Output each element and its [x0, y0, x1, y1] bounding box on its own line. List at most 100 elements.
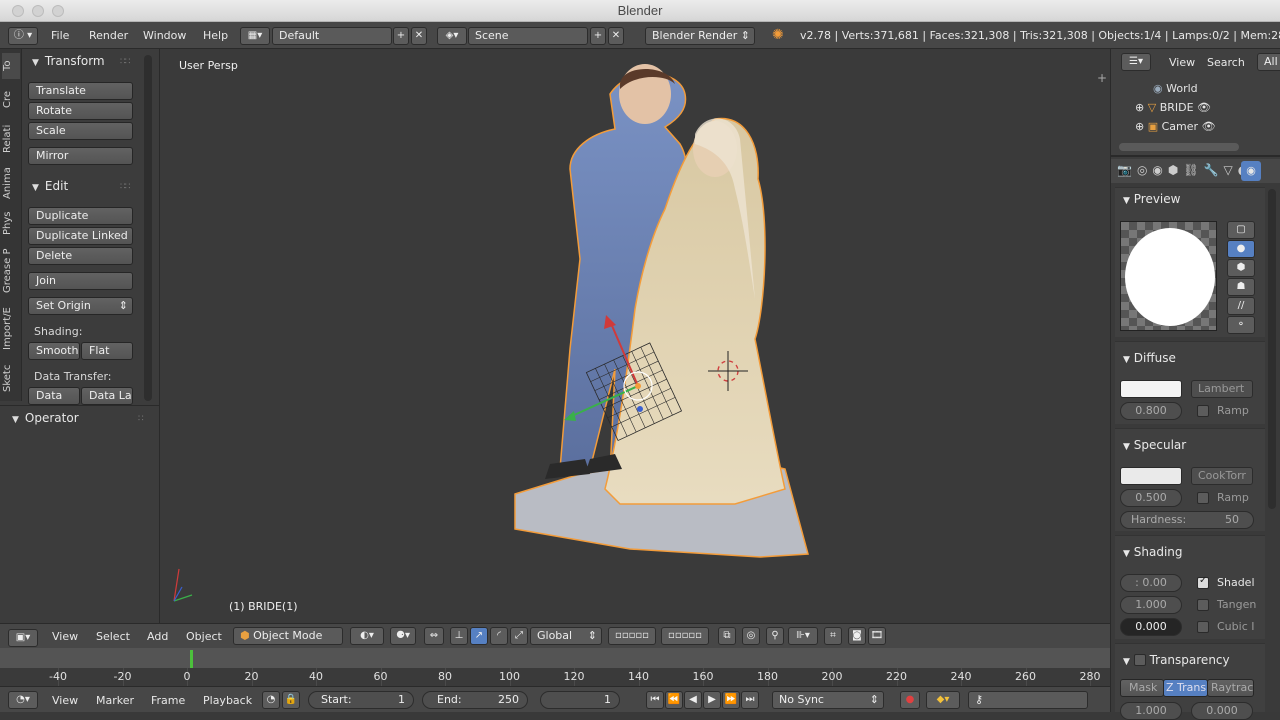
- tool-shelf-scrollbar[interactable]: [144, 55, 152, 401]
- edit-panel-header[interactable]: ▼ Edit: [32, 179, 68, 193]
- info-editor-type-button[interactable]: ⓘ ▾: [8, 27, 38, 45]
- editor-type-button[interactable]: ▣▾: [8, 629, 38, 647]
- start-frame-field[interactable]: Start: 1: [308, 691, 414, 709]
- snap-element-select[interactable]: ⊪▾: [788, 627, 818, 645]
- menu-window[interactable]: Window: [143, 29, 186, 42]
- diffuse-panel-header[interactable]: ▼ Diffuse: [1123, 351, 1176, 365]
- menu-object[interactable]: Object: [186, 630, 222, 643]
- end-frame-field[interactable]: End: 250: [422, 691, 528, 709]
- screen-layout-field[interactable]: Default: [272, 27, 392, 45]
- specular-shader-select[interactable]: CookTorr: [1191, 467, 1253, 485]
- render-animation-icon[interactable]: 🎞: [868, 627, 886, 645]
- smooth-button[interactable]: Smooth: [28, 342, 80, 360]
- drag-handle-icon[interactable]: ∷∷: [120, 182, 131, 192]
- timeline[interactable]: -40 -20 0 20 40 60 80 100 120 140 160 180 200 220 240 2…: [0, 648, 1110, 686]
- transparency-panel-header[interactable]: ▼ Transparency: [1123, 652, 1230, 667]
- preview-plane-icon[interactable]: ▢: [1227, 221, 1255, 239]
- ztransp-button[interactable]: Z Transp: [1163, 679, 1208, 697]
- delete-layout-button[interactable]: ✕: [411, 27, 427, 45]
- record-icon[interactable]: ●: [900, 691, 920, 709]
- rotate-button[interactable]: Rotate: [28, 102, 133, 120]
- outliner-type-button[interactable]: ☰▾: [1121, 53, 1151, 71]
- translucency-slider[interactable]: 0.000: [1120, 618, 1182, 636]
- layers-grid-b[interactable]: ▫▫▫▫▫: [661, 627, 709, 645]
- shadeless-checkbox[interactable]: ✓: [1197, 575, 1209, 589]
- play-icon[interactable]: ▶: [703, 691, 721, 709]
- tangent-checkbox[interactable]: [1197, 599, 1209, 611]
- preview-panel-header[interactable]: ▼ Preview: [1123, 192, 1180, 206]
- menu-help[interactable]: Help: [203, 29, 228, 42]
- menu-render[interactable]: Render: [89, 29, 128, 42]
- outliner-filter-select[interactable]: All: [1257, 53, 1280, 71]
- viewport-shading-select[interactable]: ◐▾: [350, 627, 384, 645]
- tab-create[interactable]: Cre: [2, 83, 20, 115]
- menu-view[interactable]: View: [52, 630, 78, 643]
- join-button[interactable]: Join: [28, 272, 133, 290]
- add-scene-button[interactable]: +: [590, 27, 606, 45]
- set-origin-dropdown[interactable]: Set Origin ⇕: [28, 297, 133, 315]
- operator-panel-header[interactable]: ▼ Operator: [12, 411, 79, 425]
- hardness-slider[interactable]: Hardness: 50: [1120, 511, 1254, 529]
- material-tab-icon[interactable]: ◉: [1241, 161, 1261, 181]
- tab-grease-pencil[interactable]: Grease P: [2, 243, 20, 299]
- translate-manipulator-icon[interactable]: ⊥: [450, 627, 468, 645]
- jump-end-icon[interactable]: ⏭: [741, 691, 759, 709]
- alpha-slider[interactable]: 1.000: [1120, 702, 1182, 720]
- diffuse-intensity-slider[interactable]: 0.800: [1120, 402, 1182, 420]
- tab-physics[interactable]: Phys: [2, 207, 20, 239]
- outliner-row-camera[interactable]: ⊕ ▣ Camer 👁: [1111, 117, 1269, 137]
- properties-scrollbar[interactable]: [1268, 189, 1276, 509]
- preview-sky-icon[interactable]: ⚬: [1227, 316, 1255, 334]
- diffuse-color-swatch[interactable]: [1120, 380, 1182, 398]
- pivot-point-select[interactable]: ⚈▾: [390, 627, 416, 645]
- raytrace-button[interactable]: Raytrace: [1207, 679, 1254, 697]
- drag-handle-icon[interactable]: ∷: [138, 414, 144, 424]
- preview-cube-icon[interactable]: ⬢: [1227, 259, 1255, 277]
- arc-manipulator-icon[interactable]: ◜: [490, 627, 508, 645]
- render-engine-select[interactable]: Blender Render ⇕: [645, 27, 755, 45]
- lock-icon[interactable]: 🔒: [282, 691, 300, 709]
- flat-button[interactable]: Flat: [81, 342, 133, 360]
- mirror-button[interactable]: Mirror: [28, 147, 133, 165]
- editor-type-button[interactable]: ◔▾: [8, 691, 38, 709]
- preview-sphere-icon[interactable]: ●: [1227, 240, 1255, 258]
- menu-frame[interactable]: Frame: [151, 694, 185, 707]
- menu-playback[interactable]: Playback: [203, 694, 252, 707]
- snap-toggle-icon[interactable]: ⚲: [766, 627, 784, 645]
- snap-target-icon[interactable]: ⌗: [824, 627, 842, 645]
- menu-marker[interactable]: Marker: [96, 694, 134, 707]
- jump-start-icon[interactable]: ⏮: [646, 691, 664, 709]
- tab-import-export[interactable]: Import/E: [2, 303, 20, 355]
- outliner-row-bride[interactable]: ⊕ ▽ BRIDE 👁: [1111, 98, 1269, 118]
- menu-search[interactable]: Search: [1207, 56, 1245, 69]
- lock-layers-icon[interactable]: ⧉: [718, 627, 736, 645]
- specular-intensity-slider[interactable]: 0.500: [1120, 489, 1182, 507]
- delete-button[interactable]: Delete: [28, 247, 133, 265]
- data-layout-button[interactable]: Data La: [81, 387, 133, 405]
- scale-button[interactable]: Scale: [28, 122, 133, 140]
- drag-handle-icon[interactable]: ∷∷: [120, 57, 131, 67]
- transform-orientation-select[interactable]: Global ⇕: [530, 627, 602, 645]
- cubic-checkbox[interactable]: [1197, 621, 1209, 633]
- tab-tools[interactable]: To: [2, 53, 20, 79]
- diffuse-shader-select[interactable]: Lambert: [1191, 380, 1253, 398]
- outliner-scrollbar[interactable]: [1119, 143, 1239, 151]
- emit-slider[interactable]: : 0.00: [1120, 574, 1182, 592]
- menu-file[interactable]: File: [51, 29, 69, 42]
- sync-mode-select[interactable]: No Sync ⇕: [772, 691, 884, 709]
- play-reverse-icon[interactable]: ◀: [684, 691, 702, 709]
- eye-icon[interactable]: 👁: [1197, 101, 1211, 114]
- duplicate-linked-button[interactable]: Duplicate Linked: [28, 227, 133, 245]
- preview-hair-icon[interactable]: //: [1227, 297, 1255, 315]
- scene-icon[interactable]: ◈▾: [437, 27, 467, 45]
- outliner-row-world[interactable]: ◉ World: [1111, 79, 1269, 99]
- specular-panel-header[interactable]: ▼ Specular: [1123, 438, 1186, 452]
- eye-icon[interactable]: 👁: [1202, 120, 1216, 133]
- screen-layout-icon[interactable]: ▦▾: [240, 27, 270, 45]
- 3d-viewport[interactable]: User Persp (1) BRIDE(1) +: [160, 49, 1110, 623]
- prev-keyframe-icon[interactable]: ⏪: [665, 691, 683, 709]
- maximize-window-button[interactable]: [52, 5, 64, 17]
- transform-panel-header[interactable]: ▼ Transform: [32, 54, 105, 68]
- specular-ramp-checkbox[interactable]: [1197, 492, 1209, 504]
- specular-color-swatch[interactable]: [1120, 467, 1182, 485]
